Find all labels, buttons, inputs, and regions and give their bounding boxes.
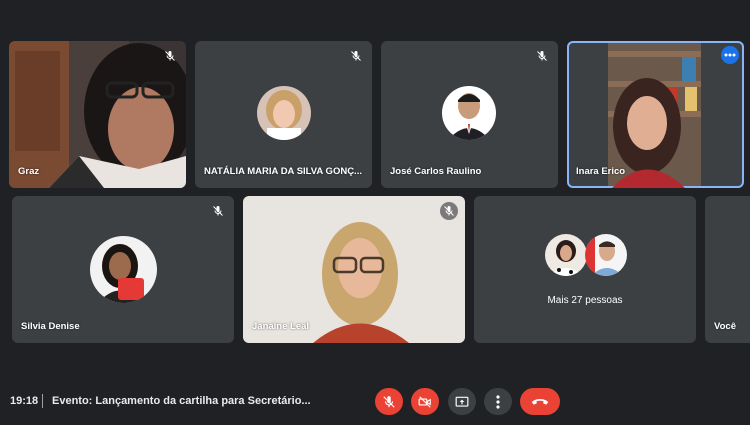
meeting-clock: 19:18 — [10, 395, 39, 407]
participant-tile-silvia[interactable]: Silvia Denise — [12, 196, 234, 343]
avatar — [442, 86, 496, 140]
mic-off-icon — [440, 202, 458, 220]
participant-name: Graz — [18, 166, 40, 177]
participant-tile-jose[interactable]: José Carlos Raulino — [381, 41, 558, 188]
mic-off-icon — [209, 202, 227, 220]
participant-name: Inara Erico — [576, 166, 626, 177]
avatar — [90, 236, 157, 303]
participant-name: José Carlos Raulino — [390, 166, 482, 177]
participant-tile-janaine[interactable]: Janaine Leal — [243, 196, 465, 343]
participant-tile-graz[interactable]: Graz — [9, 41, 186, 188]
mic-off-icon — [383, 395, 395, 408]
overflow-participants-tile[interactable]: Mais 27 pessoas — [474, 196, 696, 343]
mic-off-icon — [161, 47, 179, 65]
participant-name: NATÁLIA MARIA DA SILVA GONÇ... — [204, 166, 362, 177]
more-vert-icon[interactable] — [721, 46, 739, 64]
toggle-mic-button[interactable] — [375, 388, 403, 415]
more-vert-icon — [496, 394, 500, 409]
avatar — [545, 234, 587, 276]
participant-name: Você — [714, 321, 737, 332]
mic-off-icon — [533, 47, 551, 65]
leave-call-button[interactable] — [520, 388, 560, 415]
avatar — [257, 86, 311, 140]
present-screen-button[interactable] — [448, 388, 476, 415]
participant-tile-natalia[interactable]: NATÁLIA MARIA DA SILVA GONÇ... — [195, 41, 372, 188]
mic-off-icon — [347, 47, 365, 65]
toggle-camera-button[interactable] — [411, 388, 439, 415]
meeting-control-bar: 19:18 Evento: Lançamento da cartilha par… — [0, 377, 750, 425]
present-screen-icon — [455, 396, 469, 407]
meeting-title: Evento: Lançamento da cartilha para Secr… — [52, 395, 311, 407]
divider — [42, 394, 43, 408]
participant-tile-self[interactable]: Você — [705, 196, 750, 343]
overflow-count-label: Mais 27 pessoas — [547, 295, 623, 306]
hang-up-icon — [531, 398, 549, 405]
camera-off-icon — [418, 395, 431, 408]
participant-name: Silvia Denise — [21, 321, 80, 332]
participant-tile-inara[interactable]: Inara Erico — [567, 41, 744, 188]
avatar — [585, 234, 627, 276]
more-options-button[interactable] — [484, 388, 512, 415]
participant-name: Janaine Leal — [252, 321, 310, 332]
